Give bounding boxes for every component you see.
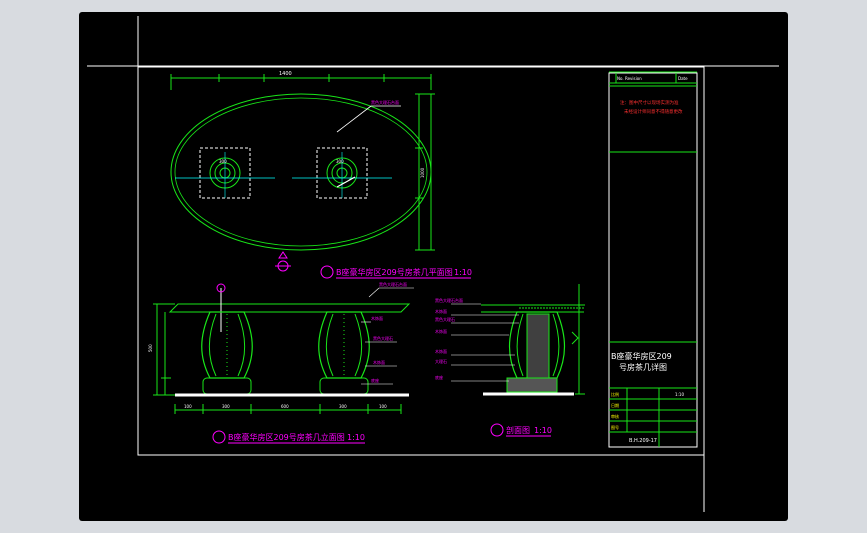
front-title-scale: 1:10 [347,433,365,442]
front-title-text: B座豪华房区209号房茶几立面图 [228,432,345,442]
table-top-inner [174,97,428,247]
svg-text:木饰面: 木饰面 [435,308,447,314]
svg-text:300: 300 [219,159,227,164]
plan-view: 1400 300 300 黑色大理石台面 1000 [170,71,435,272]
section-title-scale: 1:10 [534,426,552,435]
svg-text:1:10: 1:10 [675,392,684,397]
svg-text:100: 100 [184,404,192,409]
svg-text:底座: 底座 [371,377,379,383]
svg-text:木饰面: 木饰面 [373,359,385,365]
svg-text:黑色大理石: 黑色大理石 [373,335,393,341]
svg-text:Date: Date [678,76,688,81]
svg-text:300: 300 [336,159,344,164]
svg-text:Revision: Revision [625,76,642,81]
svg-text:大理石: 大理石 [435,358,447,364]
title-block: No. Revision Date 注：图中尺寸以现场实测为准 未经设计师同意不… [608,71,698,448]
drawing-name: B座豪华房区209 号房茶几详图 [611,351,674,372]
svg-text:图号: 图号 [611,424,619,430]
cad-drawing: 1400 300 300 黑色大理石台面 1000 B座豪华房区209号房茶几平… [87,16,779,512]
plan-title: B座豪华房区209号房茶几平面图 1:10 [320,265,472,279]
section-title-text: 剖面图 [506,425,530,435]
svg-text:黑色大理石: 黑色大理石 [435,316,455,322]
plan-base-right: 300 [292,147,392,199]
section-view: 黑色大理石台面 木饰面 黑色大理石 木饰面 木饰面 大理石 底座 [435,284,585,396]
section-title: 剖面图 1:10 [490,423,552,437]
svg-text:100: 100 [379,404,387,409]
svg-text:比例: 比例 [611,391,619,397]
svg-text:600: 600 [281,404,289,409]
svg-text:黑色大理石台面: 黑色大理石台面 [379,281,407,287]
svg-text:No.: No. [617,76,624,81]
svg-text:木饰面: 木饰面 [371,315,383,321]
svg-text:木饰面: 木饰面 [435,328,447,334]
cad-viewport[interactable]: 1400 300 300 黑色大理石台面 1000 B座豪华房区209号房茶几平… [79,12,788,521]
plan-title-text: B座豪华房区209号房茶几平面图 [336,267,453,277]
drawing-frame [137,66,705,456]
plan-base-left: 300 [175,147,275,199]
plan-top-note: 黑色大理石台面 [371,99,399,105]
svg-text:300: 300 [339,404,347,409]
svg-text:底座: 底座 [435,374,443,380]
front-height-dim: 500 [148,344,153,352]
plan-title-scale: 1:10 [454,268,472,277]
svg-text:300: 300 [222,404,230,409]
svg-text:审核: 审核 [611,413,619,419]
svg-text:木饰面: 木饰面 [435,348,447,354]
remark-2: 未经设计师同意不得随意更改 [624,108,683,115]
front-elevation: 500 100 300 600 300 100 黑色大理石台面 木饰面 黑色大理… [148,281,414,414]
drawing-number: B.H.209-17 [629,438,657,444]
plan-width-dim: 1400 [279,71,292,77]
plan-height-dim: 1000 [420,167,425,178]
remark-1: 注：图中尺寸以现场实测为准 [620,99,679,106]
svg-text:黑色大理石台面: 黑色大理石台面 [435,297,463,303]
front-title: B座豪华房区209号房茶几立面图 1:10 [212,430,365,444]
svg-text:日期: 日期 [611,402,619,408]
